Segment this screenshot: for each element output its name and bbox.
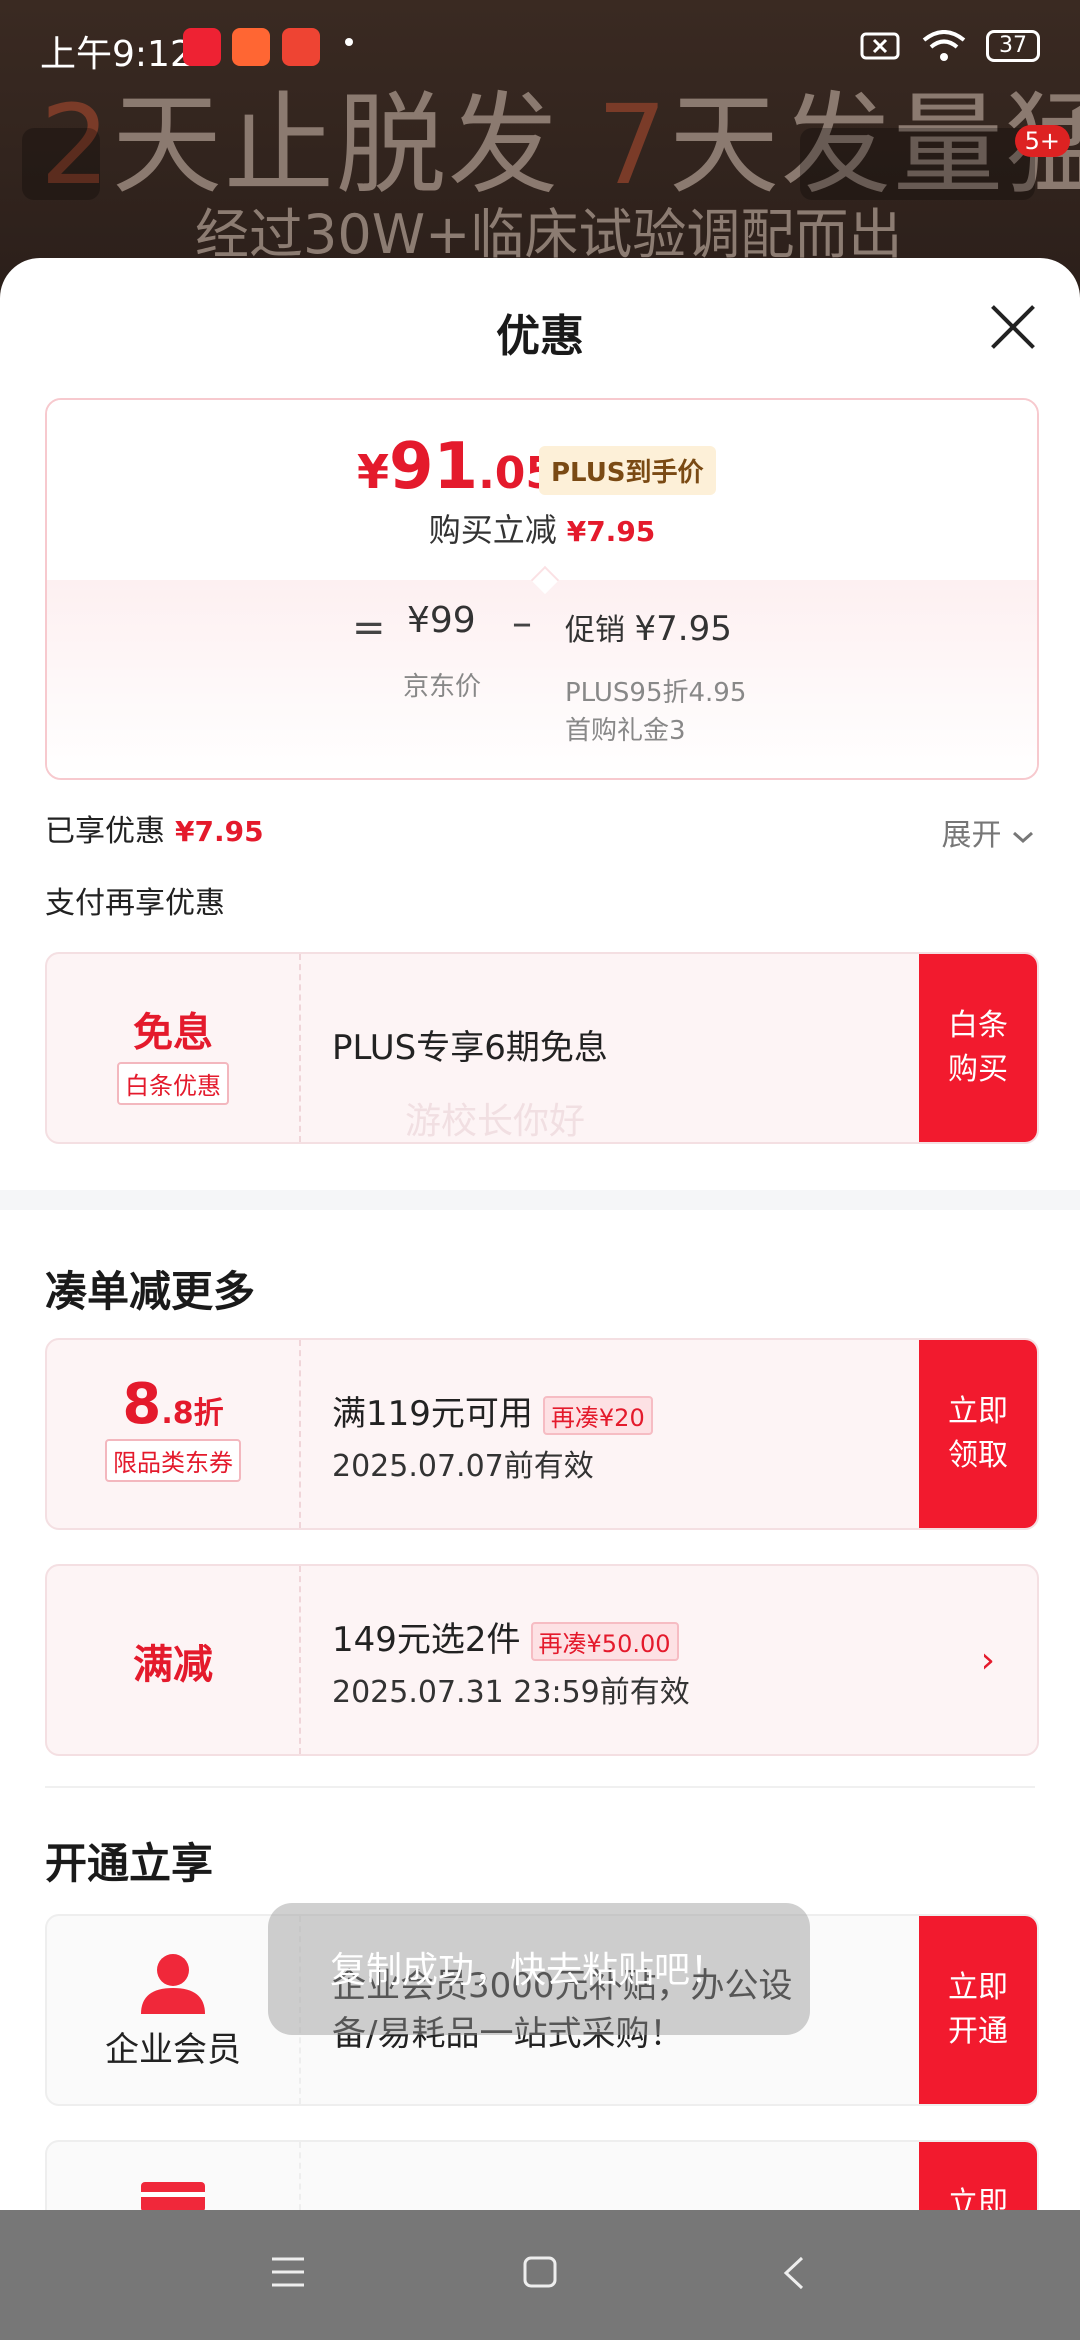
- status-right-icons: 37: [860, 30, 1040, 62]
- next-offer-button[interactable]: 立即: [919, 2142, 1037, 2210]
- reader-app-icon: [282, 28, 320, 66]
- promo-plus-discount: PLUS95折4.95: [565, 678, 747, 708]
- full-reduction-condition: 149元选2件 再凑¥50.00: [332, 1612, 690, 1661]
- status-time: 上午9:12: [40, 34, 193, 75]
- full-reduction-validity: 2025.07.31 23:59前有效: [332, 1675, 690, 1710]
- full-reduction-label: 满减: [133, 1642, 213, 1688]
- baitiao-buy-button[interactable]: 白条 购买: [919, 954, 1037, 1142]
- enjoyed-discount: 已享优惠 ¥7.95: [45, 814, 264, 849]
- enterprise-member-label: 企业会员: [105, 2030, 241, 2070]
- interest-free-label: 免息: [133, 1010, 213, 1056]
- coupon-gap-pill: 再凑¥20: [542, 1396, 653, 1435]
- watermark-text: 游校长你好: [405, 1101, 586, 1142]
- coupon-condition: 满119元可用 再凑¥20: [332, 1386, 653, 1435]
- purchase-reduction: 购买立减 ¥7.95: [428, 511, 656, 549]
- claim-coupon-button[interactable]: 立即 领取: [919, 1340, 1037, 1528]
- card-icon: [141, 2182, 205, 2210]
- full-reduction-card[interactable]: 满减 149元选2件 再凑¥50.00 2025.07.31 23:59前有效 ›: [45, 1564, 1039, 1756]
- coupon-discount-value: 8.8折: [122, 1372, 224, 1437]
- coupon-category-tag: 限品类东券: [105, 1439, 241, 1482]
- next-offer-card[interactable]: 立即: [45, 2140, 1039, 2210]
- wifi-icon: [922, 30, 966, 61]
- coupon-discount-card[interactable]: 8.8折 限品类东券 满119元可用 再凑¥20 2025.07.07前有效 立即…: [45, 1338, 1039, 1530]
- price-breakdown-card: ¥91.05 PLUS到手价 购买立减 ¥7.95 = ¥99 京东价 – 促销 …: [45, 398, 1039, 780]
- top-actions[interactable]: [800, 128, 1035, 200]
- section-separator: [0, 1190, 1080, 1210]
- sheet-title: 优惠: [496, 311, 584, 362]
- jd-price-label: 京东价: [403, 672, 482, 702]
- expand-button[interactable]: 展开: [941, 810, 1035, 854]
- coupon-validity: 2025.07.07前有效: [332, 1449, 594, 1484]
- final-price: ¥91.05: [357, 430, 557, 504]
- notification-badge: 5+: [1014, 125, 1070, 157]
- copy-success-toast: 复制成功，快去粘贴吧！: [268, 1903, 810, 2035]
- status-bar: 上午9:12 37: [0, 0, 1080, 95]
- open-membership-button[interactable]: 立即 开通: [919, 1916, 1037, 2104]
- back-icon[interactable]: [780, 2255, 810, 2291]
- equals-sign: =: [352, 605, 386, 651]
- divider-line: [45, 1786, 1035, 1788]
- full-reduction-gap-pill: 再凑¥50.00: [530, 1622, 679, 1661]
- battery-indicator: 37: [986, 30, 1040, 62]
- more-notifications-dot: [345, 38, 353, 46]
- close-icon[interactable]: [988, 302, 1038, 352]
- sim-off-icon: [860, 32, 900, 60]
- app-notification-icon: [183, 28, 221, 66]
- section-title-more: 凑单减更多: [45, 1267, 256, 1316]
- plus-price-tag: PLUS到手价: [539, 446, 716, 495]
- jd-price: ¥99: [407, 600, 476, 641]
- section-title-open: 开通立享: [45, 1839, 214, 1888]
- system-navigation-bar: [0, 2210, 1080, 2340]
- promo-amount: 促销 ¥7.95: [565, 609, 732, 649]
- minus-sign: –: [512, 600, 532, 646]
- home-icon[interactable]: [522, 2255, 558, 2289]
- promo-first-purchase: 首购礼金3: [565, 716, 686, 746]
- chevron-right-icon[interactable]: ›: [981, 1640, 995, 1681]
- chevron-down-icon: [1013, 831, 1033, 844]
- menu-icon[interactable]: [270, 2255, 306, 2289]
- shopping-app-icon: [232, 28, 270, 66]
- person-icon: [141, 1954, 205, 2014]
- baitiao-tag: 白条优惠: [117, 1062, 229, 1105]
- back-button[interactable]: [22, 128, 100, 200]
- pay-more-title: 支付再享优惠: [45, 886, 225, 921]
